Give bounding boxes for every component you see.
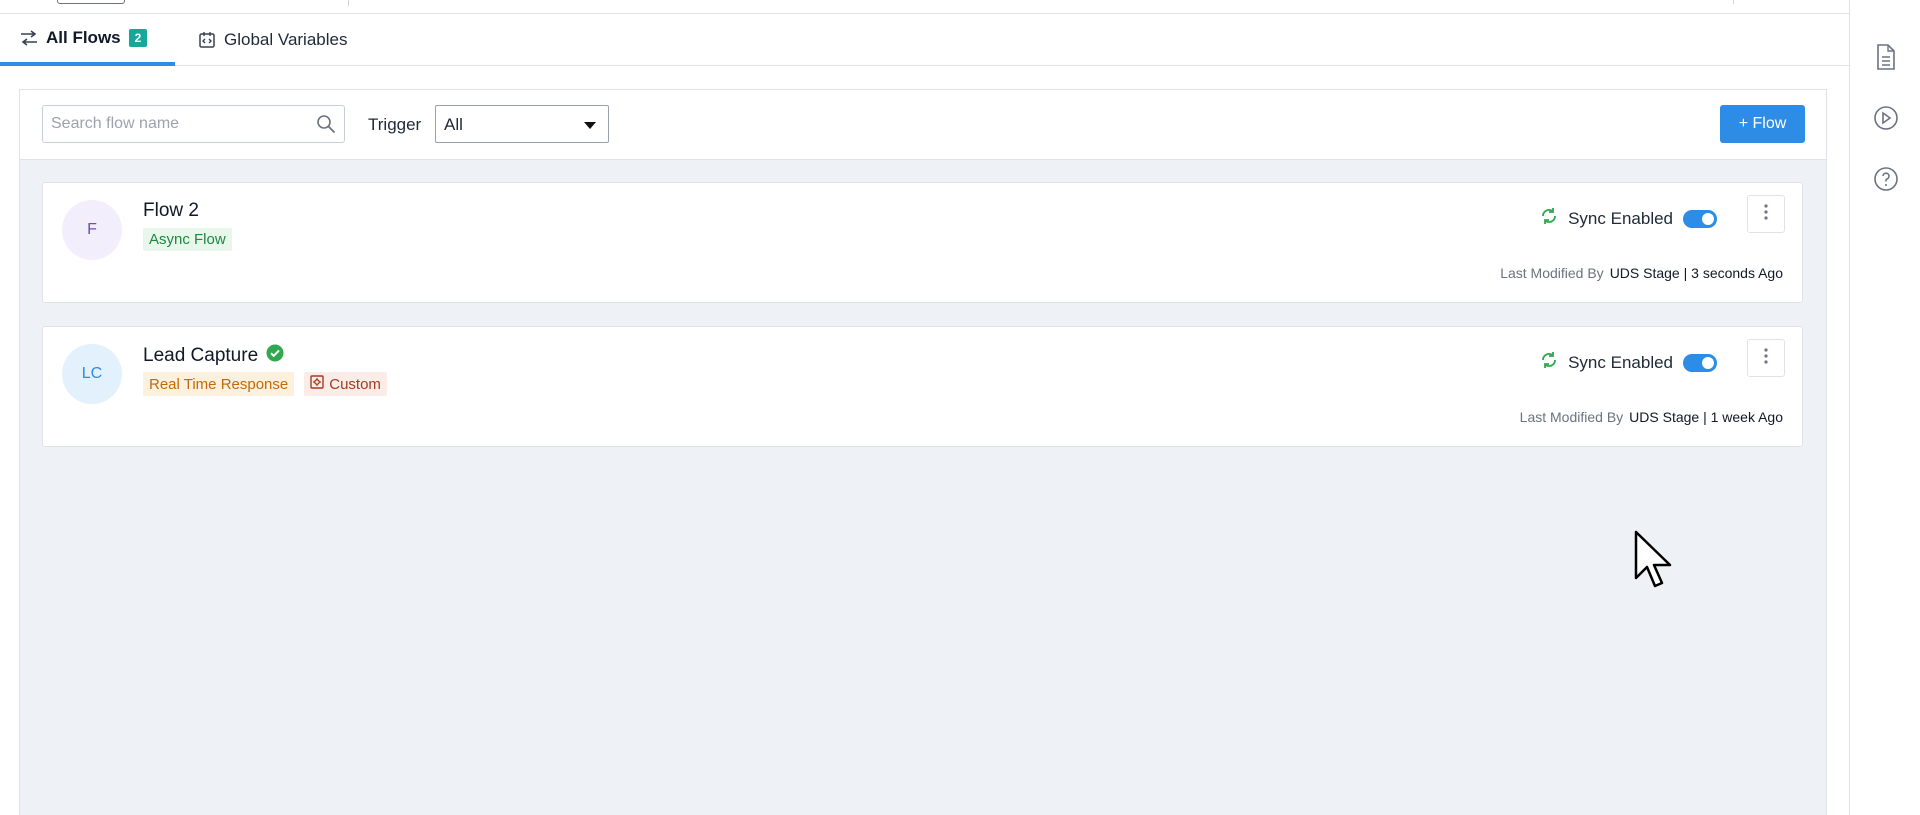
more-options-button[interactable] xyxy=(1747,195,1785,233)
kebab-menu-icon xyxy=(1764,347,1768,369)
trigger-label: Trigger xyxy=(368,115,422,134)
play-circle-icon[interactable] xyxy=(1873,105,1899,131)
last-modified-value: UDS Stage | 3 seconds Ago xyxy=(1609,265,1783,281)
more-options-button[interactable] xyxy=(1747,339,1785,377)
flow-card[interactable]: LC Lead Capture Real Time Response Custo… xyxy=(42,326,1803,447)
custom-gear-icon xyxy=(310,375,324,393)
flow-count-badge: 2 xyxy=(128,29,148,47)
last-modified-value: UDS Stage | 1 week Ago xyxy=(1629,409,1783,425)
avatar: F xyxy=(62,200,122,260)
sync-icon xyxy=(1540,351,1558,374)
tab-all-flows-label: All Flows xyxy=(46,28,121,47)
kebab-menu-icon xyxy=(1764,203,1768,225)
tab-global-variables[interactable]: Global Variables xyxy=(198,14,347,66)
flow-tags: Real Time Response Custom xyxy=(143,372,387,396)
flows-toolbar: Trigger All + Flow xyxy=(20,90,1826,160)
tag-custom-label: Custom xyxy=(329,375,381,393)
sync-label: Sync Enabled xyxy=(1568,208,1673,228)
trigger-select[interactable]: All xyxy=(435,105,609,143)
search-input[interactable] xyxy=(43,106,298,142)
flows-panel: Trigger All + Flow F Flow 2 Async Flow S… xyxy=(19,89,1827,815)
trigger-select-value: All xyxy=(444,115,463,134)
last-modified: Last Modified By UDS Stage | 1 week Ago xyxy=(1520,409,1783,425)
swap-arrows-icon xyxy=(20,30,38,46)
header-divider xyxy=(1733,0,1734,4)
sync-label: Sync Enabled xyxy=(1568,352,1673,372)
sync-status: Sync Enabled xyxy=(1540,351,1717,374)
flow-name[interactable]: Lead Capture xyxy=(143,345,258,367)
search-icon[interactable] xyxy=(316,114,336,139)
tab-all-flows[interactable]: All Flows 2 xyxy=(0,14,175,66)
flow-title: Lead Capture xyxy=(143,344,284,368)
right-rail xyxy=(1849,0,1920,815)
search-box xyxy=(42,105,345,143)
last-modified-label: Last Modified By xyxy=(1500,265,1604,281)
chevron-down-icon xyxy=(584,122,596,129)
flow-title: Flow 2 xyxy=(143,200,199,222)
last-modified: Last Modified By UDS Stage | 3 seconds A… xyxy=(1500,265,1783,281)
last-modified-label: Last Modified By xyxy=(1519,409,1624,425)
flow-tabs: All Flows 2 Global Variables xyxy=(0,14,1849,66)
flow-name[interactable]: Flow 2 xyxy=(143,200,199,222)
header-divider xyxy=(348,0,349,6)
flow-card[interactable]: F Flow 2 Async Flow Sync Enabled Last Mo… xyxy=(42,182,1803,303)
top-tab-stub[interactable] xyxy=(57,0,125,4)
mouse-pointer-icon xyxy=(1634,530,1674,593)
sync-status: Sync Enabled xyxy=(1540,207,1717,230)
sync-toggle[interactable] xyxy=(1683,353,1717,372)
sync-toggle[interactable] xyxy=(1683,209,1717,228)
tab-global-variables-label: Global Variables xyxy=(224,30,348,49)
sync-icon xyxy=(1540,207,1558,230)
tag-async-flow: Async Flow xyxy=(143,228,232,251)
variable-icon xyxy=(198,31,216,49)
help-circle-icon[interactable] xyxy=(1873,166,1899,192)
tag-custom: Custom xyxy=(304,372,387,396)
flow-tags: Async Flow xyxy=(143,228,232,251)
add-flow-button[interactable]: + Flow xyxy=(1720,105,1805,143)
top-header-strip xyxy=(0,0,1849,14)
avatar: LC xyxy=(62,344,122,404)
document-icon[interactable] xyxy=(1873,44,1899,70)
tag-real-time-response: Real Time Response xyxy=(143,372,295,396)
verified-check-icon xyxy=(266,344,284,368)
